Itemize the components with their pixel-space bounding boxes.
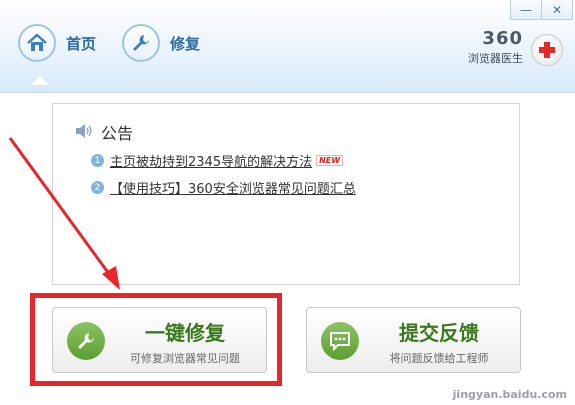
watermark-text: jingyan.baidu.com bbox=[452, 388, 567, 401]
annotation-arrow bbox=[8, 137, 120, 290]
browser-doctor-window: — ✕ 首页 修复 360 浏览器医生 公告 1 主页被劫持到2345导航的解决… bbox=[0, 0, 575, 405]
